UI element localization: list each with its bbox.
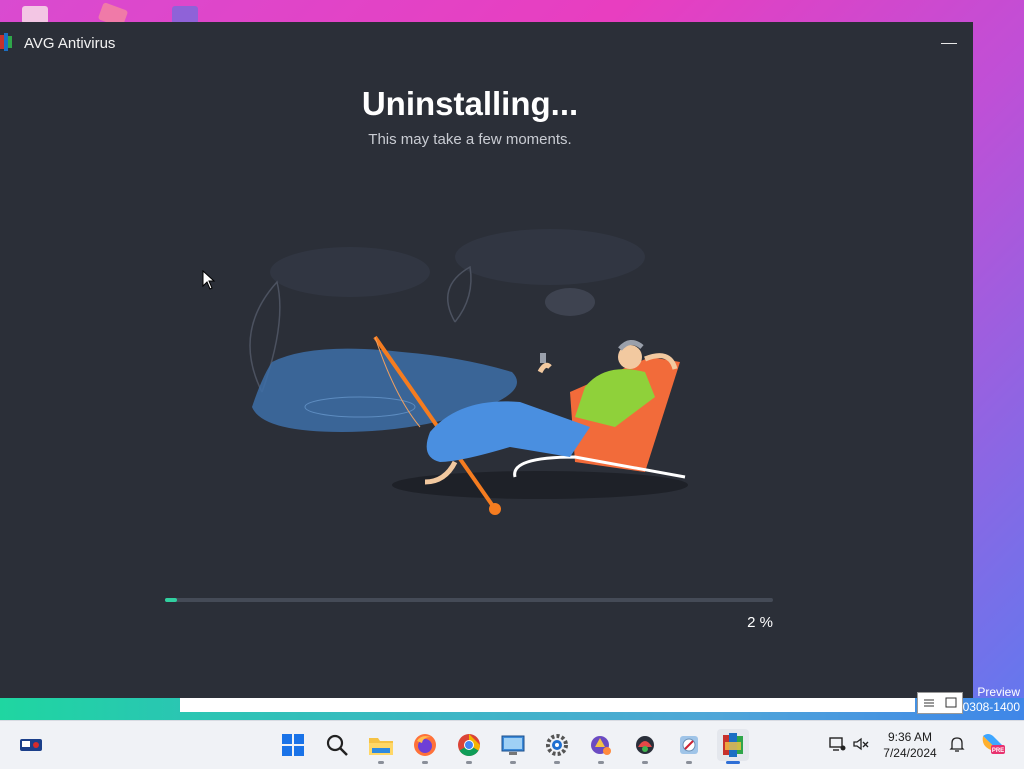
running-indicator bbox=[598, 761, 604, 764]
taskbar-clock[interactable]: 9:36 AM 7/24/2024 bbox=[872, 729, 948, 761]
uninstall-progress-bar bbox=[165, 598, 773, 602]
preview-build: 0308-1400 bbox=[962, 700, 1020, 714]
volume-muted-icon[interactable] bbox=[852, 735, 870, 753]
taskbar-app-3[interactable] bbox=[673, 729, 705, 764]
widgets-icon[interactable] bbox=[20, 737, 44, 753]
taskbar-chrome[interactable] bbox=[453, 729, 485, 764]
running-indicator bbox=[422, 761, 428, 764]
window-title: AVG Antivirus bbox=[24, 35, 116, 52]
clock-time: 9:36 AM bbox=[887, 730, 933, 744]
progress-fill bbox=[165, 598, 178, 602]
avg-logo-icon bbox=[0, 33, 12, 51]
list-view-icon[interactable] bbox=[918, 693, 940, 713]
background-window[interactable] bbox=[180, 698, 915, 712]
network-icon[interactable] bbox=[828, 735, 846, 753]
page-title: Uninstalling... bbox=[361, 85, 579, 122]
running-indicator bbox=[726, 761, 740, 764]
file-explorer-icon bbox=[369, 738, 393, 755]
search-button[interactable] bbox=[321, 729, 353, 761]
background-window-buttons bbox=[917, 692, 963, 714]
windows-start-icon bbox=[282, 734, 304, 756]
avg-icon bbox=[723, 733, 743, 757]
remote-desktop-icon bbox=[501, 735, 525, 755]
running-indicator bbox=[554, 761, 560, 764]
app-icon-3 bbox=[680, 736, 698, 754]
taskbar-app-2[interactable] bbox=[629, 729, 661, 764]
search-icon bbox=[326, 734, 348, 756]
progress-percent: 2 % bbox=[747, 614, 773, 631]
desktop-icons bbox=[0, 0, 240, 28]
app-icon-1 bbox=[591, 736, 611, 755]
taskbar-firefox[interactable] bbox=[409, 729, 441, 764]
taskbar-settings[interactable] bbox=[541, 729, 573, 764]
relaxing-fisherman-illustration bbox=[249, 229, 688, 515]
running-indicator bbox=[686, 761, 692, 764]
taskbar: 9:36 AM 7/24/2024 PRE bbox=[0, 720, 1024, 769]
minimize-button[interactable] bbox=[939, 30, 959, 56]
avg-uninstall-window: AVG Antivirus Uninstalling... This may t… bbox=[0, 22, 973, 698]
title-bar[interactable]: AVG Antivirus bbox=[0, 22, 973, 66]
preview-label: Preview bbox=[977, 685, 1020, 699]
clock-date: 7/24/2024 bbox=[883, 746, 937, 760]
running-indicator bbox=[378, 761, 384, 764]
taskbar-remote-desktop[interactable] bbox=[497, 729, 529, 764]
svg-text:PRE: PRE bbox=[992, 748, 1004, 754]
taskbar-app-1[interactable] bbox=[585, 729, 617, 764]
running-indicator bbox=[510, 761, 516, 764]
app-icon-2 bbox=[636, 736, 654, 754]
page-subtitle: This may take a few moments. bbox=[368, 131, 572, 148]
taskbar-file-explorer[interactable] bbox=[365, 729, 397, 764]
mouse-cursor-icon bbox=[202, 270, 216, 290]
notifications-bell-icon[interactable] bbox=[948, 735, 966, 753]
taskbar-avg[interactable] bbox=[717, 729, 749, 764]
details-view-icon[interactable] bbox=[940, 693, 962, 713]
settings-icon bbox=[546, 734, 568, 756]
firefox-icon bbox=[414, 734, 436, 756]
running-indicator bbox=[466, 761, 472, 764]
copilot-preview-icon[interactable]: PRE bbox=[980, 731, 1006, 757]
preview-build-label: Preview 0308-1400 bbox=[963, 685, 1020, 715]
running-indicator bbox=[642, 761, 648, 764]
start-button[interactable] bbox=[277, 729, 309, 761]
chrome-icon bbox=[458, 734, 480, 756]
